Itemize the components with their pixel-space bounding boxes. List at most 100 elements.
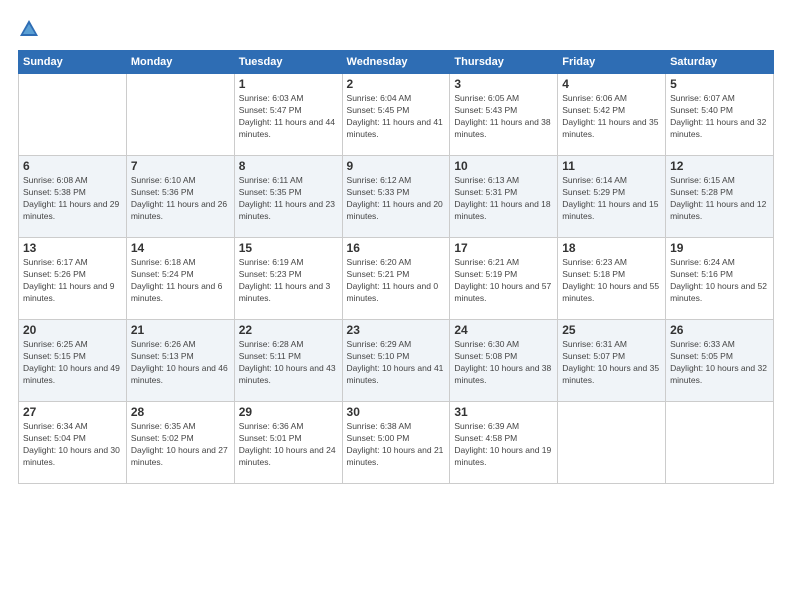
day-info: Sunrise: 6:17 AM Sunset: 5:26 PM Dayligh… [23, 257, 122, 305]
day-info: Sunrise: 6:34 AM Sunset: 5:04 PM Dayligh… [23, 421, 122, 469]
day-number: 23 [347, 323, 446, 337]
day-info: Sunrise: 6:07 AM Sunset: 5:40 PM Dayligh… [670, 93, 769, 141]
day-number: 19 [670, 241, 769, 255]
day-info: Sunrise: 6:39 AM Sunset: 4:58 PM Dayligh… [454, 421, 553, 469]
calendar-cell: 2Sunrise: 6:04 AM Sunset: 5:45 PM Daylig… [342, 74, 450, 156]
weekday-header-thursday: Thursday [450, 51, 558, 74]
calendar-cell: 24 Sunrise: 6:30 AM Sunset: 5:08 PM Dayli… [450, 320, 558, 402]
day-info: Sunrise: 6:15 AM Sunset: 5:28 PM Dayligh… [670, 175, 769, 223]
calendar-cell: 5 Sunrise: 6:07 AM Sunset: 5:40 PM Daylig… [666, 74, 774, 156]
header [18, 18, 774, 40]
day-number: 21 [131, 323, 230, 337]
day-info: Sunrise: 6:35 AM Sunset: 5:02 PM Dayligh… [131, 421, 230, 469]
day-number: 26 [670, 323, 769, 337]
calendar-cell: 18 Sunrise: 6:23 AM Sunset: 5:18 PM Dayli… [558, 238, 666, 320]
day-info: Sunrise: 6:24 AM Sunset: 5:16 PM Dayligh… [670, 257, 769, 305]
calendar-table: SundayMondayTuesdayWednesdayThursdayFrid… [18, 50, 774, 484]
day-number: 16 [347, 241, 446, 255]
calendar-cell: 16Sunrise: 6:20 AM Sunset: 5:21 PM Dayli… [342, 238, 450, 320]
calendar-cell: 7Sunrise: 6:10 AM Sunset: 5:36 PM Daylig… [126, 156, 234, 238]
day-info: Sunrise: 6:31 AM Sunset: 5:07 PM Dayligh… [562, 339, 661, 387]
calendar-cell: 22 Sunrise: 6:28 AM Sunset: 5:11 PM Dayli… [234, 320, 342, 402]
day-number: 5 [670, 77, 769, 91]
day-number: 7 [131, 159, 230, 173]
day-info: Sunrise: 6:06 AM Sunset: 5:42 PM Dayligh… [562, 93, 661, 141]
calendar-cell: 6Sunrise: 6:08 AM Sunset: 5:38 PM Daylig… [19, 156, 127, 238]
calendar-cell: 23 Sunrise: 6:29 AM Sunset: 5:10 PM Dayli… [342, 320, 450, 402]
day-info: Sunrise: 6:04 AM Sunset: 5:45 PM Dayligh… [347, 93, 446, 141]
day-info: Sunrise: 6:21 AM Sunset: 5:19 PM Dayligh… [454, 257, 553, 305]
day-number: 4 [562, 77, 661, 91]
day-number: 1 [239, 77, 338, 91]
calendar-cell: 26 Sunrise: 6:33 AM Sunset: 5:05 PM Dayli… [666, 320, 774, 402]
logo [18, 18, 44, 40]
day-number: 25 [562, 323, 661, 337]
calendar-body: 1 Sunrise: 6:03 AM Sunset: 5:47 PM Daylig… [19, 74, 774, 484]
day-info: Sunrise: 6:29 AM Sunset: 5:10 PM Dayligh… [347, 339, 446, 387]
calendar-cell: 1 Sunrise: 6:03 AM Sunset: 5:47 PM Daylig… [234, 74, 342, 156]
calendar-cell: 8Sunrise: 6:11 AM Sunset: 5:35 PM Daylig… [234, 156, 342, 238]
day-info: Sunrise: 6:28 AM Sunset: 5:11 PM Dayligh… [239, 339, 338, 387]
day-info: Sunrise: 6:19 AM Sunset: 5:23 PM Dayligh… [239, 257, 338, 305]
calendar-cell: 25 Sunrise: 6:31 AM Sunset: 5:07 PM Dayli… [558, 320, 666, 402]
calendar-cell [558, 402, 666, 484]
day-number: 13 [23, 241, 122, 255]
day-info: Sunrise: 6:05 AM Sunset: 5:43 PM Dayligh… [454, 93, 553, 141]
calendar-cell: 9 Sunrise: 6:12 AM Sunset: 5:33 PM Daylig… [342, 156, 450, 238]
weekday-header-tuesday: Tuesday [234, 51, 342, 74]
day-number: 22 [239, 323, 338, 337]
weekday-header-row: SundayMondayTuesdayWednesdayThursdayFrid… [19, 51, 774, 74]
day-info: Sunrise: 6:13 AM Sunset: 5:31 PM Dayligh… [454, 175, 553, 223]
day-number: 29 [239, 405, 338, 419]
weekday-header-monday: Monday [126, 51, 234, 74]
weekday-header-saturday: Saturday [666, 51, 774, 74]
calendar-cell: 12 Sunrise: 6:15 AM Sunset: 5:28 PM Dayli… [666, 156, 774, 238]
calendar-week-5: 27 Sunrise: 6:34 AM Sunset: 5:04 PM Dayli… [19, 402, 774, 484]
calendar-cell: 13 Sunrise: 6:17 AM Sunset: 5:26 PM Dayli… [19, 238, 127, 320]
calendar-cell: 4 Sunrise: 6:06 AM Sunset: 5:42 PM Daylig… [558, 74, 666, 156]
day-number: 30 [347, 405, 446, 419]
day-info: Sunrise: 6:14 AM Sunset: 5:29 PM Dayligh… [562, 175, 661, 223]
calendar-cell: 17 Sunrise: 6:21 AM Sunset: 5:19 PM Dayli… [450, 238, 558, 320]
calendar-cell: 20Sunrise: 6:25 AM Sunset: 5:15 PM Dayli… [19, 320, 127, 402]
calendar-cell [666, 402, 774, 484]
calendar-header: SundayMondayTuesdayWednesdayThursdayFrid… [19, 51, 774, 74]
calendar-cell [19, 74, 127, 156]
weekday-header-friday: Friday [558, 51, 666, 74]
day-number: 18 [562, 241, 661, 255]
day-number: 15 [239, 241, 338, 255]
calendar-cell: 3 Sunrise: 6:05 AM Sunset: 5:43 PM Daylig… [450, 74, 558, 156]
day-info: Sunrise: 6:03 AM Sunset: 5:47 PM Dayligh… [239, 93, 338, 141]
day-info: Sunrise: 6:26 AM Sunset: 5:13 PM Dayligh… [131, 339, 230, 387]
calendar-cell: 21 Sunrise: 6:26 AM Sunset: 5:13 PM Dayli… [126, 320, 234, 402]
day-info: Sunrise: 6:12 AM Sunset: 5:33 PM Dayligh… [347, 175, 446, 223]
calendar-cell [126, 74, 234, 156]
calendar-week-2: 6Sunrise: 6:08 AM Sunset: 5:38 PM Daylig… [19, 156, 774, 238]
weekday-header-sunday: Sunday [19, 51, 127, 74]
day-number: 24 [454, 323, 553, 337]
day-info: Sunrise: 6:30 AM Sunset: 5:08 PM Dayligh… [454, 339, 553, 387]
day-info: Sunrise: 6:23 AM Sunset: 5:18 PM Dayligh… [562, 257, 661, 305]
day-number: 14 [131, 241, 230, 255]
calendar-week-1: 1 Sunrise: 6:03 AM Sunset: 5:47 PM Daylig… [19, 74, 774, 156]
calendar-cell: 19 Sunrise: 6:24 AM Sunset: 5:16 PM Dayli… [666, 238, 774, 320]
calendar-cell: 27 Sunrise: 6:34 AM Sunset: 5:04 PM Dayli… [19, 402, 127, 484]
day-info: Sunrise: 6:08 AM Sunset: 5:38 PM Dayligh… [23, 175, 122, 223]
calendar-cell: 10 Sunrise: 6:13 AM Sunset: 5:31 PM Dayli… [450, 156, 558, 238]
day-number: 12 [670, 159, 769, 173]
day-info: Sunrise: 6:18 AM Sunset: 5:24 PM Dayligh… [131, 257, 230, 305]
day-number: 17 [454, 241, 553, 255]
day-info: Sunrise: 6:33 AM Sunset: 5:05 PM Dayligh… [670, 339, 769, 387]
calendar-cell: 15 Sunrise: 6:19 AM Sunset: 5:23 PM Dayli… [234, 238, 342, 320]
day-number: 3 [454, 77, 553, 91]
day-number: 10 [454, 159, 553, 173]
day-number: 31 [454, 405, 553, 419]
calendar-week-3: 13 Sunrise: 6:17 AM Sunset: 5:26 PM Dayli… [19, 238, 774, 320]
weekday-header-wednesday: Wednesday [342, 51, 450, 74]
day-info: Sunrise: 6:36 AM Sunset: 5:01 PM Dayligh… [239, 421, 338, 469]
calendar-cell: 28Sunrise: 6:35 AM Sunset: 5:02 PM Dayli… [126, 402, 234, 484]
day-number: 9 [347, 159, 446, 173]
day-info: Sunrise: 6:11 AM Sunset: 5:35 PM Dayligh… [239, 175, 338, 223]
day-number: 27 [23, 405, 122, 419]
calendar-cell: 30Sunrise: 6:38 AM Sunset: 5:00 PM Dayli… [342, 402, 450, 484]
